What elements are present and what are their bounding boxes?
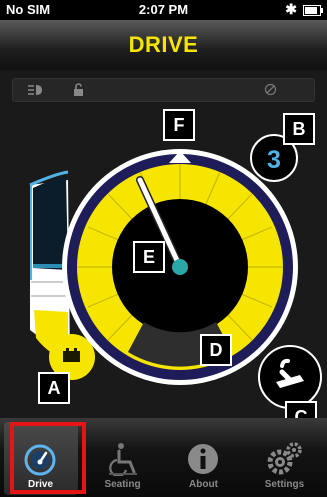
no-sign-icon[interactable] <box>264 83 277 96</box>
info-icon <box>188 444 218 474</box>
wheelchair-icon <box>109 443 137 476</box>
tab-seating-label: Seating <box>104 479 141 490</box>
tab-about[interactable]: About <box>163 418 244 497</box>
bluetooth-icon: ✱ <box>285 1 297 17</box>
tab-about-label: About <box>189 479 218 490</box>
tab-seating[interactable]: Seating <box>82 418 163 497</box>
drive-tab-highlight <box>10 422 86 494</box>
speed-setting-value: 3 <box>267 146 281 174</box>
title-bar: DRIVE <box>0 20 327 70</box>
callout-f: F <box>163 109 195 141</box>
callout-b: B <box>283 113 315 145</box>
status-bar: No SIM 2:07 PM ✱ <box>0 0 327 20</box>
drive-toolbar <box>12 78 315 102</box>
gears-icon <box>267 442 302 475</box>
clock: 2:07 PM <box>138 2 189 17</box>
battery-icon <box>303 5 323 16</box>
unlock-icon[interactable] <box>73 83 85 96</box>
drive-panel: 3 F B E D A C <box>0 104 327 433</box>
tab-settings[interactable]: Settings <box>244 418 325 497</box>
tab-settings-label: Settings <box>264 479 305 490</box>
page-title: DRIVE <box>128 32 199 57</box>
seating-mode-button[interactable] <box>258 345 322 409</box>
callout-a: A <box>38 372 70 404</box>
headlight-icon[interactable] <box>27 84 43 96</box>
callout-d: D <box>200 334 232 366</box>
callout-e: E <box>133 241 165 273</box>
